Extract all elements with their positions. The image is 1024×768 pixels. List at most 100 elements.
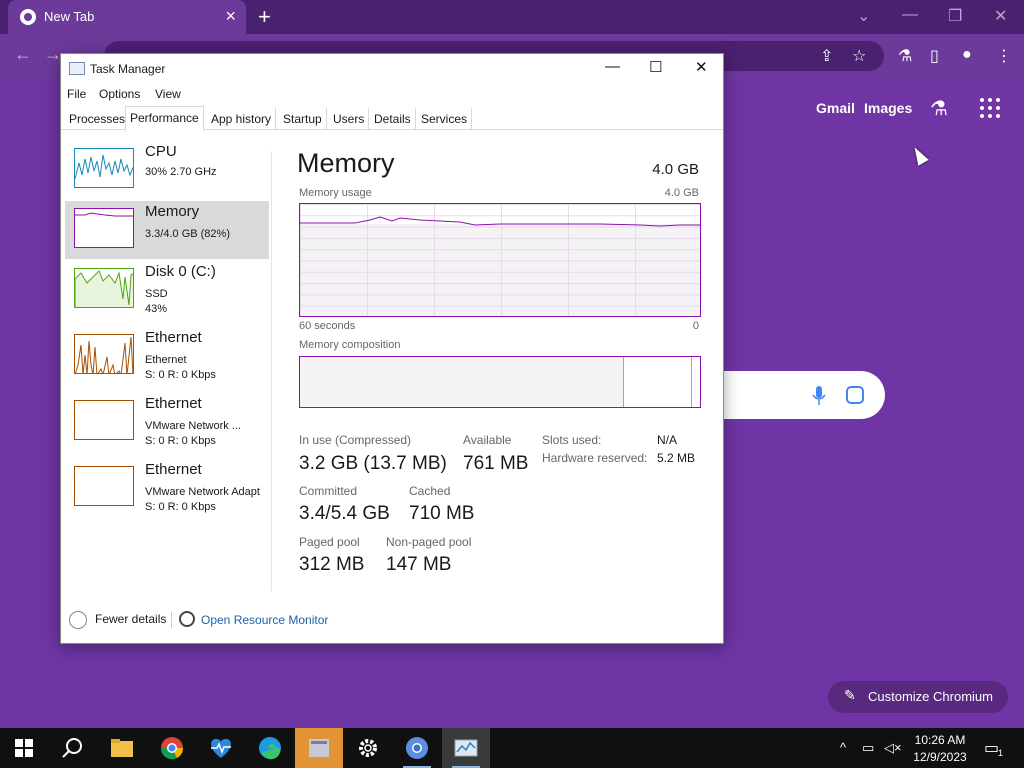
tab-bar: Processes Performance App history Startu… (61, 106, 723, 131)
sidebar-item-ethernet-1[interactable]: Ethernet Ethernet S: 0 R: 0 Kbps (65, 327, 269, 385)
tab-search-icon[interactable]: ⌄ (857, 6, 870, 26)
file-explorer-button[interactable] (98, 728, 146, 768)
tab-app-history[interactable]: App history (207, 108, 277, 130)
menu-icon[interactable]: ⋮ (996, 46, 1012, 66)
menu-file[interactable]: File (67, 87, 86, 101)
chevron-up-icon[interactable] (69, 611, 87, 629)
sidebar-item-ethernet-3[interactable]: Ethernet VMware Network Adapt S: 0 R: 0 … (65, 459, 269, 517)
tab-users[interactable]: Users (329, 108, 370, 130)
disk-sparkline (75, 270, 133, 307)
labs-icon[interactable]: ⚗ (898, 46, 912, 66)
available-value: 761 MB (463, 453, 529, 474)
profile-icon[interactable]: ● (962, 46, 972, 64)
close-icon[interactable]: ✕ (994, 6, 1007, 26)
chrome-button[interactable] (148, 728, 196, 768)
side-panel-icon[interactable]: ▯ (930, 46, 939, 66)
slots-used-label: Slots used: (542, 433, 602, 447)
notification-center-icon[interactable]: ▭ (984, 738, 999, 758)
minimize-icon[interactable]: — (605, 58, 620, 75)
hardware-reserved-label: Hardware reserved: (542, 451, 648, 465)
search-button[interactable] (48, 728, 96, 768)
package-app-button[interactable] (295, 728, 343, 768)
sidebar-ethernet-1-name: Ethernet (145, 329, 202, 346)
health-monitor-button[interactable] (197, 728, 245, 768)
window-title: Task Manager (90, 62, 166, 76)
customize-label: Customize Chromium (868, 689, 993, 704)
cached-label: Cached (409, 484, 451, 498)
microphone-icon[interactable] (812, 386, 826, 406)
paged-pool-value: 312 MB (299, 554, 365, 575)
paged-pool-label: Paged pool (299, 535, 360, 549)
graph-axis-left: 60 seconds (299, 320, 356, 332)
slots-used-value: N/A (657, 433, 678, 447)
sidebar-disk-type: SSD (145, 288, 168, 300)
taskbar: ^ ▭ ◁× 10:26 AM 12/9/2023 ▭ 1 (0, 728, 1024, 768)
memory-composition-label: Memory composition (299, 339, 401, 351)
browser-tab[interactable]: New Tab × (8, 0, 246, 34)
maximize-icon[interactable]: ☐ (649, 58, 662, 76)
sidebar-item-memory[interactable]: Memory 3.3/4.0 GB (82%) (65, 201, 269, 259)
bookmark-star-icon[interactable]: ☆ (852, 46, 866, 66)
tab-startup[interactable]: Startup (279, 108, 327, 130)
open-resource-monitor-link[interactable]: Open Resource Monitor (201, 613, 328, 627)
chromium-icon (20, 9, 36, 25)
task-manager-taskbar-icon (454, 739, 478, 757)
clock-time: 10:26 AM (914, 733, 966, 747)
composition-standby[interactable] (300, 357, 692, 407)
edge-button[interactable] (246, 728, 294, 768)
chrome-icon (160, 737, 184, 760)
system-clock[interactable]: 10:26 AM 12/9/2023 (906, 732, 974, 766)
images-link[interactable]: Images (864, 100, 912, 116)
non-paged-pool-label: Non-paged pool (386, 535, 472, 549)
google-lens-icon[interactable] (846, 386, 864, 404)
sidebar-ethernet-3-adapter: VMware Network Adapt (145, 486, 260, 498)
restore-icon[interactable]: ❐ (948, 6, 962, 26)
menu-view[interactable]: View (155, 87, 181, 101)
pencil-icon: ✎ (844, 687, 856, 703)
task-manager-taskbar-button[interactable] (442, 728, 490, 768)
chromium-button[interactable] (393, 728, 441, 768)
minimize-icon[interactable]: — (902, 6, 918, 24)
search-icon (62, 738, 82, 758)
sidebar-item-cpu[interactable]: CPU 30% 2.70 GHz (65, 141, 269, 199)
fewer-details-link[interactable]: Fewer details (95, 612, 166, 626)
memory-sparkline (75, 212, 133, 217)
memory-thumbnail (74, 208, 134, 248)
folder-icon (111, 739, 133, 757)
sidebar-ethernet-3-name: Ethernet (145, 461, 202, 478)
memory-usage-line (300, 216, 700, 227)
apps-grid-icon[interactable] (980, 98, 1000, 118)
tab-services[interactable]: Services (417, 108, 473, 130)
settings-button[interactable] (344, 728, 392, 768)
gmail-link[interactable]: Gmail (816, 100, 855, 116)
non-paged-pool-value: 147 MB (386, 554, 452, 575)
tab-processes[interactable]: Processes (65, 108, 131, 130)
tab-close-icon[interactable]: × (225, 6, 236, 27)
network-icon[interactable]: ▭ (862, 740, 874, 756)
hardware-reserved-value: 5.2 MB (657, 451, 696, 465)
title-bar[interactable]: Task Manager — ☐ ✕ (61, 54, 723, 84)
new-tab-button[interactable]: + (258, 4, 271, 30)
customize-chromium-button[interactable]: ✎ Customize Chromium (828, 681, 1008, 713)
sidebar-ethernet-3-speed: S: 0 R: 0 Kbps (145, 501, 216, 513)
show-hidden-icons-icon[interactable]: ^ (840, 740, 846, 755)
cached-value: 710 MB (409, 503, 475, 524)
sidebar-divider[interactable] (271, 151, 272, 591)
gear-icon (359, 739, 377, 757)
tab-details[interactable]: Details (370, 108, 416, 130)
sidebar-item-disk[interactable]: Disk 0 (C:) SSD 43% (65, 261, 269, 319)
memory-usage-graph (299, 203, 701, 317)
sidebar-ethernet-1-speed: S: 0 R: 0 Kbps (145, 369, 216, 381)
share-icon[interactable]: ⇪ (820, 46, 833, 66)
labs-flask-icon[interactable]: ⚗ (930, 96, 954, 120)
close-icon[interactable]: ✕ (695, 58, 708, 76)
menu-bar: File Options View (61, 84, 723, 106)
tab-performance[interactable]: Performance (125, 106, 204, 131)
back-icon[interactable]: ← (14, 44, 32, 65)
in-use-value: 3.2 GB (13.7 MB) (299, 453, 447, 474)
sidebar-ethernet-2-speed: S: 0 R: 0 Kbps (145, 435, 216, 447)
start-button[interactable] (0, 728, 48, 768)
volume-muted-icon[interactable]: ◁× (884, 740, 902, 756)
sidebar-item-ethernet-2[interactable]: Ethernet VMware Network ... S: 0 R: 0 Kb… (65, 393, 269, 451)
menu-options[interactable]: Options (99, 87, 140, 101)
